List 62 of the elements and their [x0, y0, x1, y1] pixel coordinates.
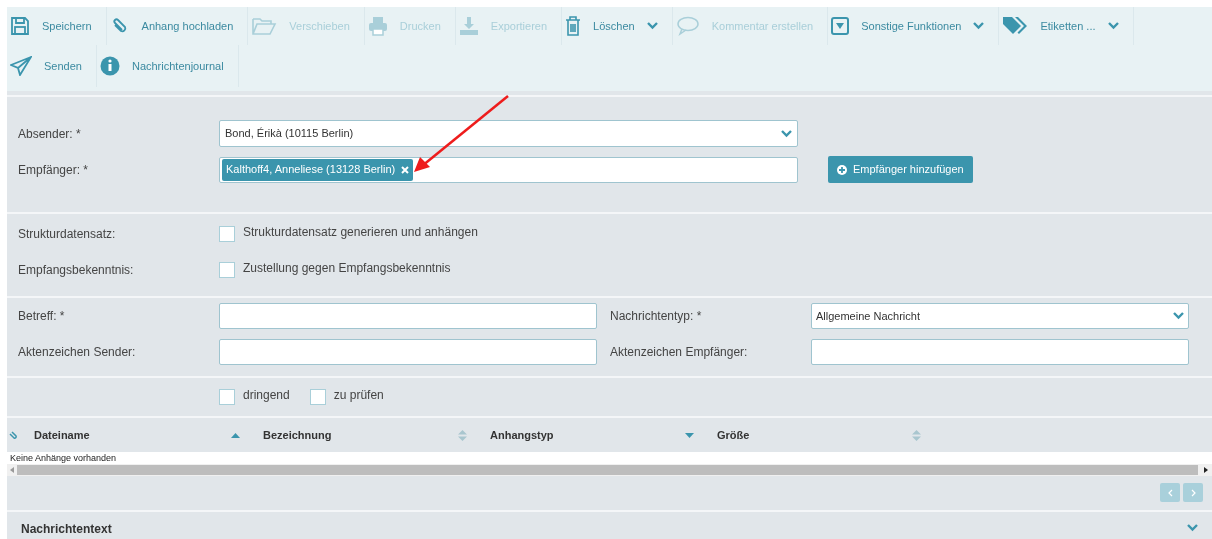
paperclip-icon — [9, 430, 17, 440]
checkbox-label: Strukturdatensatz generieren und anhängen — [243, 224, 478, 241]
field-label: Empfangsbekenntnis: — [17, 262, 135, 279]
checkbox-label: Zustellung gegen Empfangsbekenntnis — [243, 260, 451, 277]
sort-icon[interactable] — [458, 429, 467, 441]
download-icon — [458, 16, 479, 36]
field-label: Betreff: * — [17, 308, 66, 325]
recipient-tag: Kalthoff4, Anneliese (13128 Berlin) — [222, 158, 414, 181]
printer-icon — [367, 16, 388, 36]
column-header[interactable]: Größe — [717, 426, 750, 444]
checkbox-label: dringend — [243, 387, 290, 404]
subject-field[interactable] — [219, 303, 597, 329]
toolbar-button[interactable]: Etiketten ... — [999, 7, 1134, 45]
recipient-field[interactable]: Kalthoff4, Anneliese (13128 Berlin) — [219, 156, 798, 183]
folder-icon — [251, 16, 278, 36]
checkbox[interactable] — [309, 389, 326, 405]
trash-icon — [565, 16, 582, 36]
previous-page-button[interactable] — [1160, 483, 1180, 502]
checkbox-label: zu prüfen — [333, 387, 384, 404]
field-label: Strukturdatensatz: — [17, 226, 117, 243]
paper-plane-icon — [10, 56, 32, 76]
toolbar-button[interactable]: Nachrichtenjournal — [96, 45, 239, 87]
add-recipient-button[interactable]: Empfänger hinzufügen — [828, 156, 973, 183]
column-header[interactable]: Bezeichnung — [263, 426, 332, 444]
toolbar-button[interactable]: Anhang hochladen — [106, 7, 249, 45]
chevron-down-icon — [1173, 312, 1184, 320]
chevron-right-icon — [1190, 488, 1196, 497]
field-label: Aktenzeichen Empfänger: — [609, 344, 749, 361]
dropdown-box-icon — [831, 17, 850, 35]
next-page-button[interactable] — [1183, 483, 1203, 502]
chevron-left-icon — [1167, 488, 1173, 497]
message-type-select[interactable]: Allgemeine Nachricht — [811, 303, 1189, 329]
reference-field[interactable] — [219, 339, 597, 365]
close-icon[interactable] — [401, 165, 410, 174]
column-header[interactable]: Anhangstyp — [490, 426, 554, 444]
sort-icon[interactable] — [912, 429, 921, 441]
empty-table-message: Keine Anhänge vorhanden — [10, 453, 117, 463]
toolbar-button[interactable]: Löschen — [562, 7, 673, 45]
reference-field[interactable] — [811, 339, 1189, 365]
chevron-down-icon[interactable] — [1187, 523, 1198, 532]
section-title[interactable]: Nachrichtentext — [21, 513, 112, 538]
field-label: Aktenzeichen Sender: — [17, 344, 137, 361]
sort-descending-icon[interactable] — [685, 432, 694, 438]
toolbar-button[interactable]: Speichern — [7, 7, 107, 45]
toolbar-button[interactable]: Senden — [7, 45, 97, 87]
field-label: Nachrichtentyp: * — [609, 308, 703, 325]
field-label: Empfänger: * — [17, 161, 90, 179]
chevron-down-icon — [781, 129, 792, 138]
field-label: Absender: * — [17, 125, 82, 143]
sort-ascending-icon[interactable] — [231, 432, 240, 438]
sender-select[interactable]: Bond, Érikà (10115 Berlin) — [219, 120, 798, 147]
tags-icon — [1002, 16, 1029, 36]
column-header[interactable]: Dateiname — [34, 426, 90, 444]
horizontal-scrollbar[interactable] — [7, 464, 1212, 476]
toolbar-button[interactable]: Sonstige Funktionen — [828, 7, 1000, 45]
checkbox[interactable] — [219, 226, 235, 242]
plus-circle-icon — [837, 164, 847, 175]
checkbox[interactable] — [219, 389, 235, 405]
save-icon — [10, 16, 30, 36]
checkbox[interactable] — [219, 262, 235, 278]
info-icon — [99, 56, 120, 76]
speech-bubble-icon — [675, 16, 700, 36]
